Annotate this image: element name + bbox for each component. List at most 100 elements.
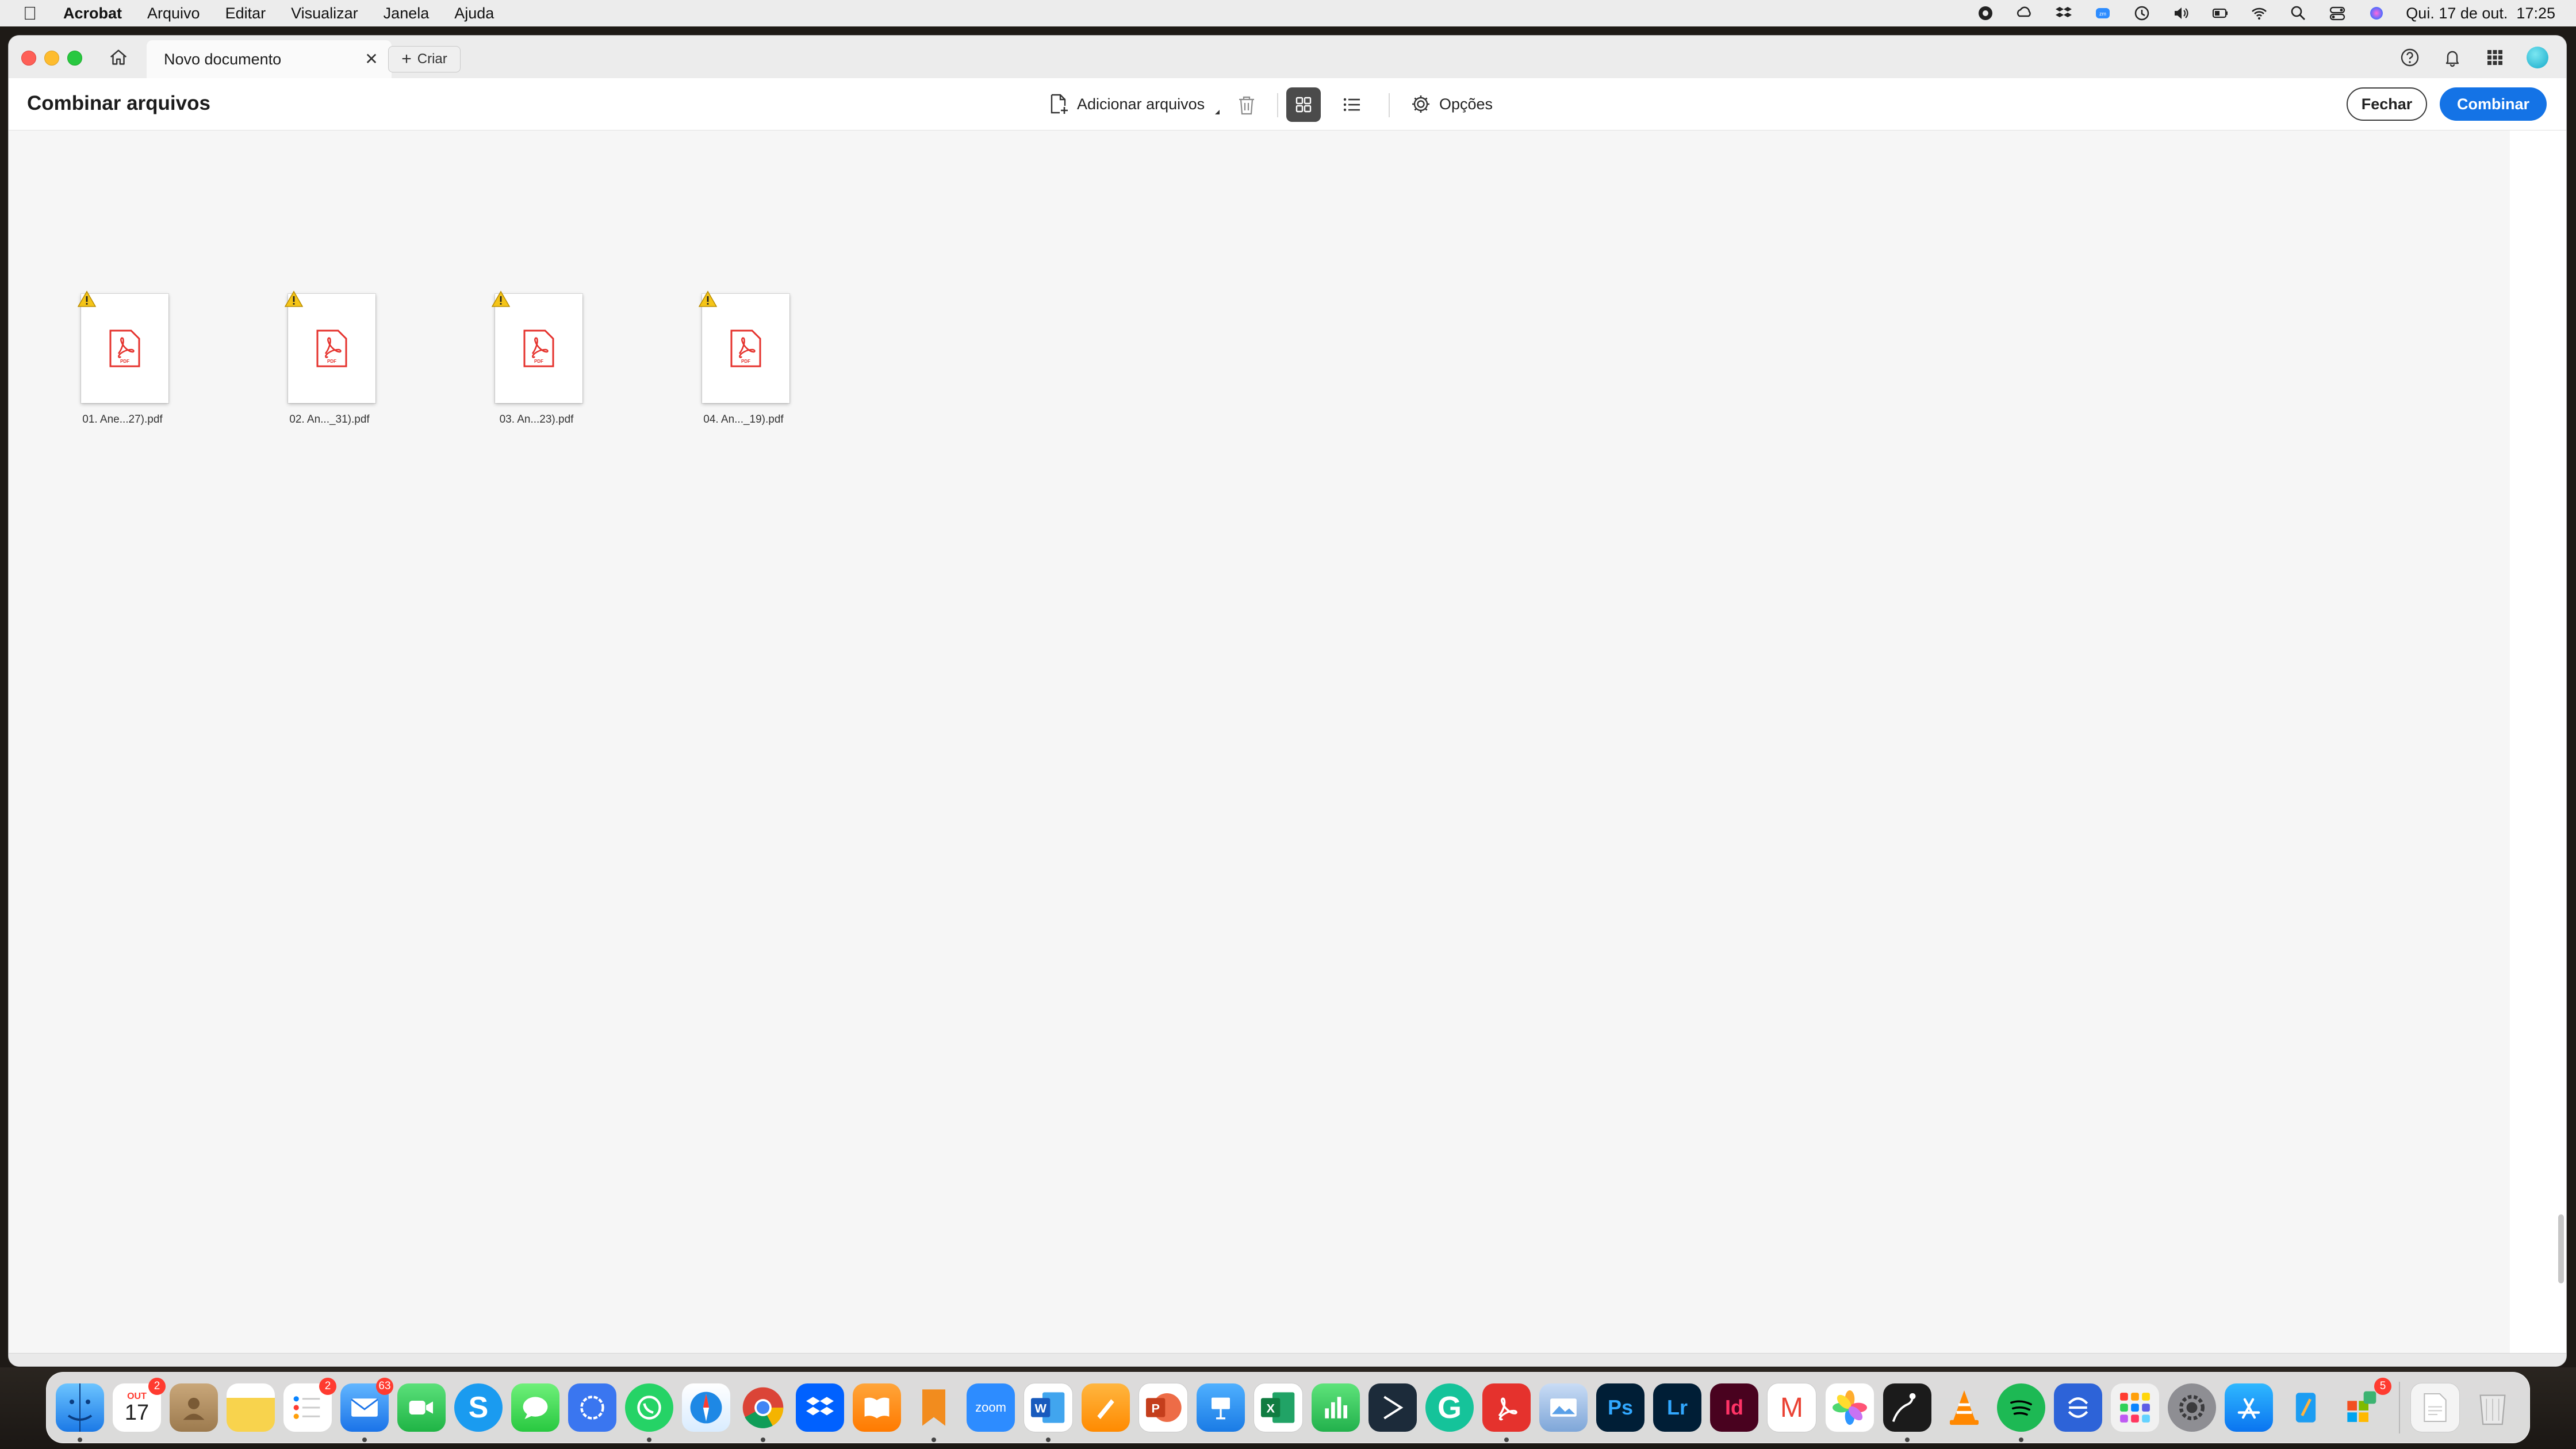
terminal-app-icon[interactable]	[1368, 1383, 1417, 1432]
file-thumbnail[interactable]: PDF 04. An..._19).pdf	[664, 290, 802, 478]
creative-cloud-icon[interactable]	[2015, 5, 2034, 22]
skype-icon[interactable]: S	[454, 1383, 503, 1432]
downloads-stack-icon[interactable]	[2410, 1383, 2460, 1432]
adobe-cc-icon[interactable]	[1976, 5, 1995, 22]
signal-icon[interactable]	[568, 1383, 616, 1432]
system-settings-icon[interactable]	[2168, 1383, 2216, 1432]
running-indicator	[761, 1438, 765, 1442]
file-thumbnail[interactable]: PDF 03. An...23).pdf	[457, 290, 595, 478]
window-bottom-edge	[9, 1353, 2566, 1366]
lightroom-icon[interactable]: Lr	[1653, 1383, 1701, 1432]
zoom-app-label: zoom	[975, 1400, 1006, 1414]
acrobat-icon[interactable]	[1482, 1383, 1531, 1442]
create-button-label: Criar	[417, 51, 447, 67]
siri-icon[interactable]	[2367, 5, 2386, 22]
bookmark-app-icon[interactable]	[910, 1383, 958, 1442]
keynote-icon[interactable]	[1197, 1383, 1245, 1432]
pages-icon[interactable]	[1082, 1383, 1130, 1432]
home-button[interactable]	[105, 45, 132, 70]
notes-icon[interactable]	[227, 1383, 275, 1432]
photos-icon[interactable]	[1825, 1383, 1874, 1432]
dropbox-app-icon[interactable]	[796, 1383, 844, 1432]
file-thumbnail-area: PDF 01. Ane...27).pdf PDF 02. An..._31).…	[9, 131, 2510, 1353]
spotify-icon[interactable]	[1997, 1383, 2045, 1442]
vlc-icon[interactable]	[1940, 1383, 1988, 1432]
zoom-app-icon[interactable]: zoom	[967, 1383, 1015, 1432]
help-icon[interactable]	[2398, 46, 2421, 69]
spotlight-icon[interactable]	[2288, 5, 2308, 22]
messages-icon[interactable]	[511, 1383, 559, 1432]
file-thumbnail[interactable]: PDF 01. Ane...27).pdf	[43, 290, 181, 478]
time-machine-icon[interactable]	[2132, 5, 2152, 22]
word-icon[interactable]: W	[1023, 1383, 1073, 1442]
delete-button[interactable]	[1233, 92, 1260, 118]
menubar-clock[interactable]: Qui. 17 de out. 17:25	[2406, 5, 2555, 22]
pdf-page-preview: PDF	[81, 294, 168, 403]
list-view-button[interactable]	[1335, 87, 1369, 122]
menu-visualizar[interactable]: Visualizar	[291, 5, 358, 22]
file-thumbnail[interactable]: PDF 02. An..._31).pdf	[250, 290, 388, 478]
trash-can-icon[interactable]	[2468, 1383, 2517, 1432]
kindle-icon[interactable]	[1883, 1383, 1931, 1442]
menu-janela[interactable]: Janela	[384, 5, 430, 22]
mail-icon[interactable]: 63	[340, 1378, 393, 1442]
combine-button[interactable]: Combinar	[2440, 87, 2547, 121]
home-icon	[110, 49, 127, 65]
notifications-bell-icon[interactable]	[2441, 46, 2464, 69]
menu-editar[interactable]: Editar	[225, 5, 266, 22]
app-store-icon[interactable]	[2225, 1383, 2273, 1432]
control-center-icon[interactable]	[2328, 5, 2347, 22]
gmail-icon[interactable]: M	[1767, 1383, 1816, 1432]
window-minimize-button[interactable]	[44, 51, 59, 66]
powerpoint-icon[interactable]: P	[1138, 1383, 1188, 1432]
profile-avatar[interactable]	[2526, 46, 2549, 69]
facetime-icon[interactable]	[397, 1383, 446, 1432]
options-label: Opções	[1439, 95, 1493, 113]
create-button[interactable]: + Criar	[388, 46, 461, 72]
running-indicator	[1504, 1438, 1509, 1442]
apple-menu-icon[interactable]: 	[23, 3, 46, 24]
photoshop-icon[interactable]: Ps	[1596, 1383, 1644, 1432]
wifi-icon[interactable]	[2249, 5, 2269, 22]
options-button[interactable]: Opções	[1410, 91, 1493, 117]
excel-icon[interactable]: X	[1254, 1383, 1303, 1432]
indesign-icon[interactable]: Id	[1710, 1383, 1758, 1432]
close-tab-icon[interactable]: ✕	[363, 50, 380, 68]
dropdown-caret-icon[interactable]	[1210, 110, 1220, 114]
reminders-icon[interactable]: 2	[283, 1378, 336, 1432]
pencil-notes-icon[interactable]	[2282, 1383, 2330, 1432]
scrollbar-thumb[interactable]	[2558, 1214, 2564, 1283]
combine-toolbar: Combinar arquivos Adicionar arquivos Opç…	[9, 78, 2566, 131]
preview-icon[interactable]	[1539, 1383, 1588, 1432]
close-button[interactable]: Fechar	[2347, 87, 2427, 121]
safari-icon[interactable]	[682, 1383, 730, 1432]
scanner-app-icon[interactable]	[2054, 1383, 2102, 1432]
menu-arquivo[interactable]: Arquivo	[147, 5, 200, 22]
numbers-icon[interactable]	[1312, 1383, 1360, 1432]
dropbox-icon[interactable]	[2054, 5, 2073, 22]
volume-icon[interactable]	[2171, 5, 2191, 22]
battery-icon[interactable]	[2210, 5, 2230, 22]
tab-novo-documento[interactable]: Novo documento ✕	[147, 40, 392, 78]
contacts-icon[interactable]	[170, 1383, 218, 1432]
add-files-button[interactable]: Adicionar arquivos	[1048, 91, 1220, 117]
apps-grid-icon[interactable]	[2483, 46, 2506, 69]
menu-ajuda[interactable]: Ajuda	[454, 5, 494, 22]
calendar-icon[interactable]: OUT 17 2	[113, 1378, 166, 1432]
tab-bar-right-tools	[2398, 45, 2549, 70]
microsoft-apps-folder-icon[interactable]: 5	[2339, 1378, 2391, 1432]
thumbnail-view-button[interactable]	[1286, 87, 1321, 122]
mail-badge: 63	[376, 1378, 393, 1395]
zoom-icon[interactable]: zm	[2093, 5, 2113, 22]
menu-app-name[interactable]: Acrobat	[63, 5, 122, 22]
svg-text:P: P	[1151, 1401, 1159, 1415]
window-close-button[interactable]	[21, 51, 36, 66]
plus-icon: +	[401, 49, 412, 68]
window-zoom-button[interactable]	[67, 51, 82, 66]
whatsapp-icon[interactable]	[625, 1383, 673, 1442]
books-icon[interactable]	[853, 1383, 901, 1432]
chrome-icon[interactable]	[739, 1383, 787, 1442]
finder-icon[interactable]	[56, 1383, 104, 1442]
grammarly-icon[interactable]: G	[1425, 1383, 1474, 1432]
launchpad-icon[interactable]	[2111, 1383, 2159, 1432]
